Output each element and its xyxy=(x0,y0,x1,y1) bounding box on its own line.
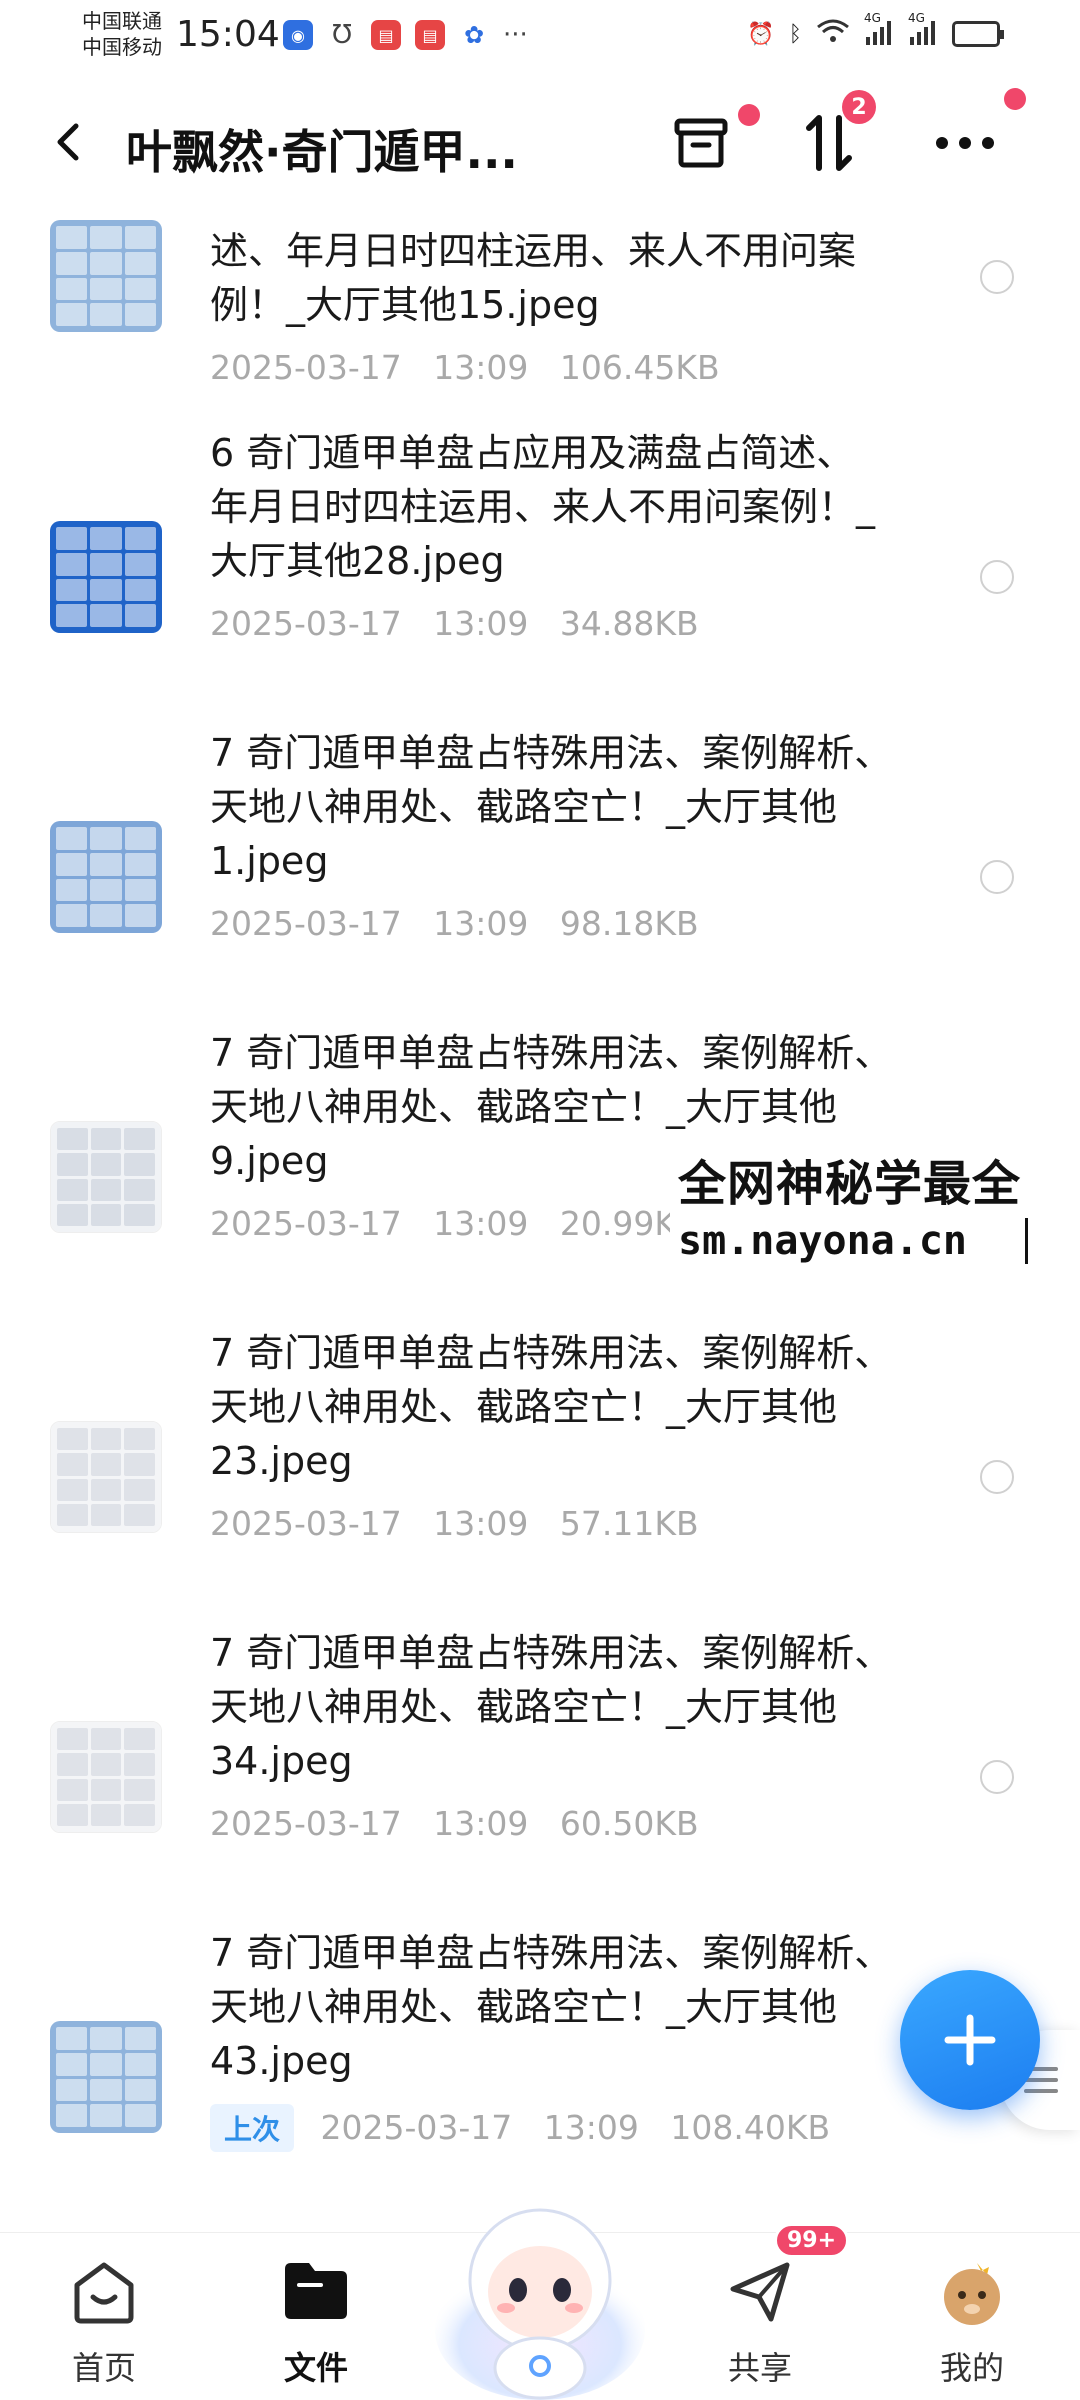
paper-plane-icon xyxy=(730,2262,790,2322)
wifi-icon xyxy=(816,18,850,50)
nav-share-label: 共享 xyxy=(727,2349,792,2387)
file-thumbnail xyxy=(50,2021,162,2133)
more-notifications-icon: ··· xyxy=(503,20,528,50)
thumbnail-image xyxy=(51,1722,161,1832)
file-date: 2025-03-17 xyxy=(210,604,402,643)
file-time: 13:09 xyxy=(433,1804,529,1843)
signal-icon-1: 4G xyxy=(864,11,894,49)
select-radio[interactable] xyxy=(980,260,1014,294)
sort-badge: 2 xyxy=(842,90,876,124)
file-time: 13:09 xyxy=(543,2108,639,2147)
file-item[interactable]: 6 奇门遁甲单盘占应用及满盘占简述、年月日时四柱运用、来人不用问案例！_大厅其他… xyxy=(0,431,1080,756)
file-date: 2025-03-17 xyxy=(210,904,402,943)
bluetooth-icon: ᛒ xyxy=(788,21,802,47)
file-date: 2025-03-17 xyxy=(210,1204,402,1243)
file-date: 2025-03-17 xyxy=(320,2108,513,2147)
file-meta: 2025-03-17 13:09 34.88KB xyxy=(210,604,699,643)
select-radio[interactable] xyxy=(980,560,1014,594)
alarm-clock-icon: ⏰ xyxy=(747,21,775,47)
file-item[interactable]: 7 奇门遁甲单盘占特殊用法、案例解析、天地八神用处、截路空亡！_大厅其他34.j… xyxy=(0,1631,1080,1956)
thumbnail-image xyxy=(51,1122,161,1232)
thumbnail-image xyxy=(50,2021,162,2133)
status-bar: 中国联通 中国移动 15:04 ◉ Ʊ ▤ ▤ ✿ ··· ⏰ ᛒ 4G 4G xyxy=(0,0,1080,70)
baidu-paw-icon: ✿ xyxy=(463,21,485,49)
last-opened-tag: 上次 xyxy=(210,2104,295,2152)
thumbnail-image xyxy=(51,1422,161,1532)
file-meta: 上次 2025-03-17 13:09 108.40KB xyxy=(210,2104,830,2152)
mascot-assistant-button[interactable] xyxy=(430,2180,650,2400)
carrier-2: 中国移动 xyxy=(82,35,162,59)
file-size: 57.11KB xyxy=(559,1504,699,1543)
file-size: 98.18KB xyxy=(559,904,699,943)
file-meta: 2025-03-17 13:09 106.45KB xyxy=(210,348,720,387)
file-item[interactable]: 7 奇门遁甲单盘占特殊用法、案例解析、天地八神用处、截路空亡！_大厅其他23.j… xyxy=(0,1331,1080,1656)
file-item[interactable]: 7 奇门遁甲单盘占特殊用法、案例解析、天地八神用处、截路空亡！_大厅其他1.jp… xyxy=(0,731,1080,1056)
file-meta: 2025-03-17 13:09 60.50KB xyxy=(210,1804,699,1843)
file-time: 13:09 xyxy=(433,1204,529,1243)
file-thumbnail xyxy=(50,821,162,933)
file-name: 7 奇门遁甲单盘占特殊用法、案例解析、天地八神用处、截路空亡！_大厅其他1.jp… xyxy=(210,731,893,883)
file-size: 106.45KB xyxy=(559,348,720,387)
file-meta: 2025-03-17 13:09 57.11KB xyxy=(210,1504,699,1543)
select-radio[interactable] xyxy=(980,1460,1014,1494)
watermark-url: sm.nayona.cn xyxy=(678,1218,1028,1264)
file-meta: 2025-03-17 13:09 20.99KB xyxy=(210,1204,699,1243)
nav-share[interactable]: 99+ 共享 xyxy=(680,2223,850,2400)
battery-icon xyxy=(952,21,1004,47)
nav-home[interactable]: 首页 xyxy=(24,2233,184,2400)
alarm-app-icon: Ʊ xyxy=(332,20,352,50)
nav-files[interactable]: 文件 xyxy=(236,2233,396,2400)
thumbnail-image xyxy=(50,521,162,633)
app-notification-icon: ◉ xyxy=(283,20,313,50)
file-time: 13:09 xyxy=(433,348,529,387)
file-size: 60.50KB xyxy=(559,1804,699,1843)
notification-dot xyxy=(738,104,760,126)
carrier-labels: 中国联通 中国移动 xyxy=(82,8,162,60)
file-time: 13:09 xyxy=(433,904,529,943)
file-thumbnail xyxy=(50,1421,162,1533)
carrier-1: 中国联通 xyxy=(82,9,162,33)
signal-icon-2: 4G xyxy=(908,11,938,49)
folder-icon xyxy=(285,2263,347,2319)
huawei-app-icon: ▤ xyxy=(371,20,401,50)
file-date: 2025-03-17 xyxy=(210,1504,402,1543)
add-button[interactable] xyxy=(900,1970,1040,2110)
file-name: 7 奇门遁甲单盘占特殊用法、案例解析、天地八神用处、截路空亡！_大厅其他34.j… xyxy=(210,1631,893,1783)
huawei-app-icon-2: ▤ xyxy=(415,20,445,50)
plus-icon xyxy=(944,2014,996,2066)
file-name: 述、年月日时四柱运用、来人不用问案例！_大厅其他15.jpeg xyxy=(210,229,857,327)
notification-dot-2 xyxy=(1004,88,1026,110)
file-date: 2025-03-17 xyxy=(210,1804,402,1843)
file-item[interactable]: 述、年月日时四柱运用、来人不用问案例！_大厅其他15.jpeg 2025-03-… xyxy=(0,130,1080,430)
status-clock: 15:04 xyxy=(176,14,280,55)
nav-home-label: 首页 xyxy=(71,2349,136,2387)
file-size: 108.40KB xyxy=(670,2108,831,2147)
select-radio[interactable] xyxy=(980,1760,1014,1794)
file-name: 7 奇门遁甲单盘占特殊用法、案例解析、天地八神用处、截路空亡！_大厅其他43.j… xyxy=(210,1931,893,2083)
nav-files-label: 文件 xyxy=(283,2349,348,2387)
thumbnail-image xyxy=(50,821,162,933)
file-name: 7 奇门遁甲单盘占特殊用法、案例解析、天地八神用处、截路空亡！_大厅其他23.j… xyxy=(210,1331,893,1483)
watermark-overlay: 全网神秘学最全 sm.nayona.cn xyxy=(670,1140,1080,1268)
nav-me[interactable]: 我的 xyxy=(892,2233,1052,2400)
notification-icons: ◉ Ʊ ▤ ▤ ✿ ··· xyxy=(283,20,528,50)
file-thumbnail xyxy=(50,1121,162,1233)
select-radio[interactable] xyxy=(980,860,1014,894)
file-thumbnail xyxy=(50,1721,162,1833)
file-date: 2025-03-17 xyxy=(210,348,402,387)
file-meta: 2025-03-17 13:09 98.18KB xyxy=(210,904,699,943)
file-name: 6 奇门遁甲单盘占应用及满盘占简述、年月日时四柱运用、来人不用问案例！_大厅其他… xyxy=(210,431,876,583)
watermark-title: 全网神秘学最全 xyxy=(678,1156,1022,1212)
file-time: 13:09 xyxy=(433,604,529,643)
thumbnail-image xyxy=(50,220,162,332)
system-icons: ⏰ ᛒ 4G 4G xyxy=(747,11,1004,50)
nav-me-label: 我的 xyxy=(939,2349,1004,2387)
file-thumbnail xyxy=(50,521,162,633)
share-badge: 99+ xyxy=(774,2223,850,2258)
file-size: 34.88KB xyxy=(559,604,699,643)
file-thumbnail xyxy=(50,220,162,332)
home-icon xyxy=(74,2262,134,2324)
avatar-icon xyxy=(944,2263,1000,2325)
file-time: 13:09 xyxy=(433,1504,529,1543)
